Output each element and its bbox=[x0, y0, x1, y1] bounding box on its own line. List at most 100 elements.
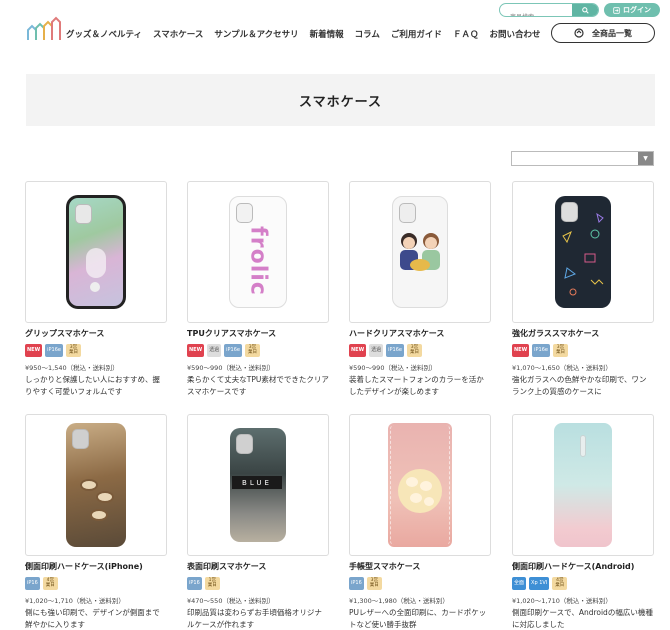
page-title-bar: スマホケース bbox=[26, 74, 655, 126]
model-badge: iP16e bbox=[45, 344, 63, 357]
all-products-label: 全商品一覧 bbox=[592, 28, 632, 38]
product-thumbnail[interactable] bbox=[25, 181, 167, 323]
product-price: ¥470～550（税込・送料別） bbox=[187, 597, 275, 605]
notebook-case-image bbox=[388, 423, 452, 547]
product-name[interactable]: グリップスマホケース bbox=[25, 328, 167, 339]
side-print-android-image bbox=[554, 423, 612, 547]
badge-row: iP16 1営業日 bbox=[187, 576, 329, 591]
nav-contact[interactable]: お問い合わせ bbox=[489, 28, 540, 40]
product-name[interactable]: 表面印刷スマホケース bbox=[187, 561, 329, 572]
grid-icon bbox=[574, 28, 584, 38]
shipping-badge: 4営業日 bbox=[552, 577, 568, 590]
product-description: しっかりと保護したい人におすすめ、握りやすく可愛いフォルムです bbox=[25, 375, 160, 396]
clear-badge: 透過 bbox=[207, 344, 222, 357]
nav-faq[interactable]: ＦＡＱ bbox=[453, 28, 479, 40]
product-price: ¥1,070～1,650（税込・送料別） bbox=[512, 364, 612, 372]
login-button[interactable]: ログイン bbox=[604, 3, 660, 17]
product-price: ¥1,300～1,980（税込・送料別） bbox=[349, 597, 449, 605]
grip-case-image bbox=[66, 195, 126, 309]
product-description: 装着したスマートフォンのカラーを活かしたデザインが楽しめます bbox=[349, 375, 484, 396]
product-name[interactable]: ハードクリアスマホケース bbox=[349, 328, 491, 339]
badge-row: NEW iP16e 3営業日 bbox=[25, 343, 167, 358]
model-badge: iP16e bbox=[386, 344, 404, 357]
model-badge: iP16 bbox=[187, 577, 202, 590]
search-button[interactable] bbox=[572, 4, 598, 16]
nav-goods[interactable]: グッズ＆ノベルティ bbox=[66, 28, 142, 40]
surface-print-case-image: BLUE bbox=[230, 428, 286, 542]
shipping-badge: 3営業日 bbox=[406, 344, 422, 357]
product-description: PUレザーへの全面印刷に、カードポケットなど使い勝手抜群 bbox=[349, 608, 487, 629]
nav-samples[interactable]: サンプル＆アクセサリ bbox=[214, 28, 298, 40]
couple-illustration-icon bbox=[400, 233, 440, 271]
product-card[interactable]: グリップスマホケース NEW iP16e 3営業日 ¥950～1,540（税込・… bbox=[25, 181, 167, 398]
model-badge: iP16 bbox=[25, 577, 40, 590]
search-input[interactable] bbox=[500, 11, 574, 16]
model-badge: iP16 bbox=[349, 577, 364, 590]
badge-row: NEW 透過 iP16e 3営業日 bbox=[349, 343, 491, 358]
nav-news[interactable]: 新着情報 bbox=[310, 28, 344, 40]
shipping-badge: 3営業日 bbox=[244, 344, 260, 357]
model-badge: Xp 1VI bbox=[529, 577, 550, 590]
full-print-badge: 全面 bbox=[512, 577, 527, 590]
shipping-badge: 3営業日 bbox=[65, 344, 81, 357]
main-nav: グッズ＆ノベルティ スマホケース サンプル＆アクセサリ 新着情報 コラム ご利用… bbox=[66, 28, 551, 40]
sort-select[interactable]: ▼ bbox=[511, 151, 654, 166]
glass-case-image bbox=[555, 196, 611, 308]
product-name[interactable]: 側面印刷ハードケース(Android) bbox=[512, 561, 654, 572]
all-products-button[interactable]: 全商品一覧 bbox=[551, 23, 655, 43]
product-price: ¥590～990（税込・送料別） bbox=[349, 364, 437, 372]
product-name[interactable]: TPUクリアスマホケース bbox=[187, 328, 329, 339]
clear-badge: 透過 bbox=[369, 344, 384, 357]
shipping-badge: 3営業日 bbox=[366, 577, 382, 590]
product-description: 側にも強い印刷で、デザインが側面まで鮮やかに入ります bbox=[25, 608, 160, 629]
site-header: グッズ＆ノベルティ スマホケース サンプル＆アクセサリ 新着情報 コラム ご利用… bbox=[0, 0, 670, 50]
product-name[interactable]: 強化ガラススマホケース bbox=[512, 328, 654, 339]
new-badge: NEW bbox=[512, 344, 530, 357]
product-card[interactable]: ハードクリアスマホケース NEW 透過 iP16e 3営業日 ¥590～990（… bbox=[349, 181, 491, 398]
side-print-iphone-image bbox=[66, 423, 126, 547]
hard-clear-case-image bbox=[392, 196, 448, 308]
blue-label-text: BLUE bbox=[232, 476, 282, 489]
product-card[interactable]: BLUE 表面印刷スマホケース iP16 1営業日 ¥470～550（税込・送料… bbox=[187, 414, 329, 630]
product-price: ¥1,020～1,710（税込・送料別） bbox=[25, 597, 125, 605]
product-price: ¥950～1,540（税込・送料別） bbox=[25, 364, 119, 372]
product-name[interactable]: 側面印刷ハードケース(iPhone) bbox=[25, 561, 167, 572]
new-badge: NEW bbox=[349, 344, 367, 357]
shipping-badge: 1営業日 bbox=[204, 577, 220, 590]
nav-column[interactable]: コラム bbox=[355, 28, 380, 40]
product-thumbnail[interactable] bbox=[349, 414, 491, 556]
product-card[interactable]: 側面印刷ハードケース(iPhone) iP16 4営業日 ¥1,020～1,71… bbox=[25, 414, 167, 630]
badge-row: 全面 Xp 1VI 4営業日 bbox=[512, 576, 654, 591]
search-box bbox=[499, 3, 599, 17]
product-card[interactable]: 手帳型スマホケース iP16 3営業日 ¥1,300～1,980（税込・送料別）… bbox=[349, 414, 491, 630]
site-logo[interactable] bbox=[26, 14, 64, 42]
product-price: ¥1,020～1,710（税込・送料別） bbox=[512, 597, 612, 605]
product-card[interactable]: 強化ガラススマホケース NEW iP16e 3営業日 ¥1,070～1,650（… bbox=[512, 181, 654, 398]
product-thumbnail[interactable] bbox=[25, 414, 167, 556]
product-description: 強化ガラスへの色鮮やかな印刷で、ワンランク上の質感のケースに bbox=[512, 375, 647, 396]
product-card[interactable]: 側面印刷ハードケース(Android) 全面 Xp 1VI 4営業日 ¥1,02… bbox=[512, 414, 654, 630]
chevron-down-icon: ▼ bbox=[638, 152, 653, 165]
product-name[interactable]: 手帳型スマホケース bbox=[349, 561, 491, 572]
product-thumbnail[interactable]: BLUE bbox=[187, 414, 329, 556]
new-badge: NEW bbox=[187, 344, 205, 357]
product-thumbnail[interactable] bbox=[512, 414, 654, 556]
nav-phone-case[interactable]: スマホケース bbox=[153, 28, 203, 40]
badge-row: NEW 透過 iP16e 3営業日 bbox=[187, 343, 329, 358]
login-icon bbox=[613, 6, 620, 14]
geometric-pattern-icon bbox=[562, 212, 604, 296]
shipping-badge: 3営業日 bbox=[552, 344, 568, 357]
product-thumbnail[interactable] bbox=[349, 181, 491, 323]
badge-row: NEW iP16e 3営業日 bbox=[512, 343, 654, 358]
badge-row: iP16 4営業日 bbox=[25, 576, 167, 591]
product-description: 印刷品質は変わらずお手頃価格オリジナルケースが作れます bbox=[187, 608, 322, 629]
login-label: ログイン bbox=[623, 6, 651, 14]
badge-row: iP16 3営業日 bbox=[349, 576, 491, 591]
product-card[interactable]: frolic TPUクリアスマホケース NEW 透過 iP16e 3営業日 ¥5… bbox=[187, 181, 329, 398]
product-thumbnail[interactable]: frolic bbox=[187, 181, 329, 323]
product-thumbnail[interactable] bbox=[512, 181, 654, 323]
model-badge: iP16e bbox=[532, 344, 550, 357]
nav-guide[interactable]: ご利用ガイド bbox=[391, 28, 442, 40]
tpu-case-text: frolic bbox=[245, 225, 271, 296]
page-title: スマホケース bbox=[299, 94, 382, 110]
